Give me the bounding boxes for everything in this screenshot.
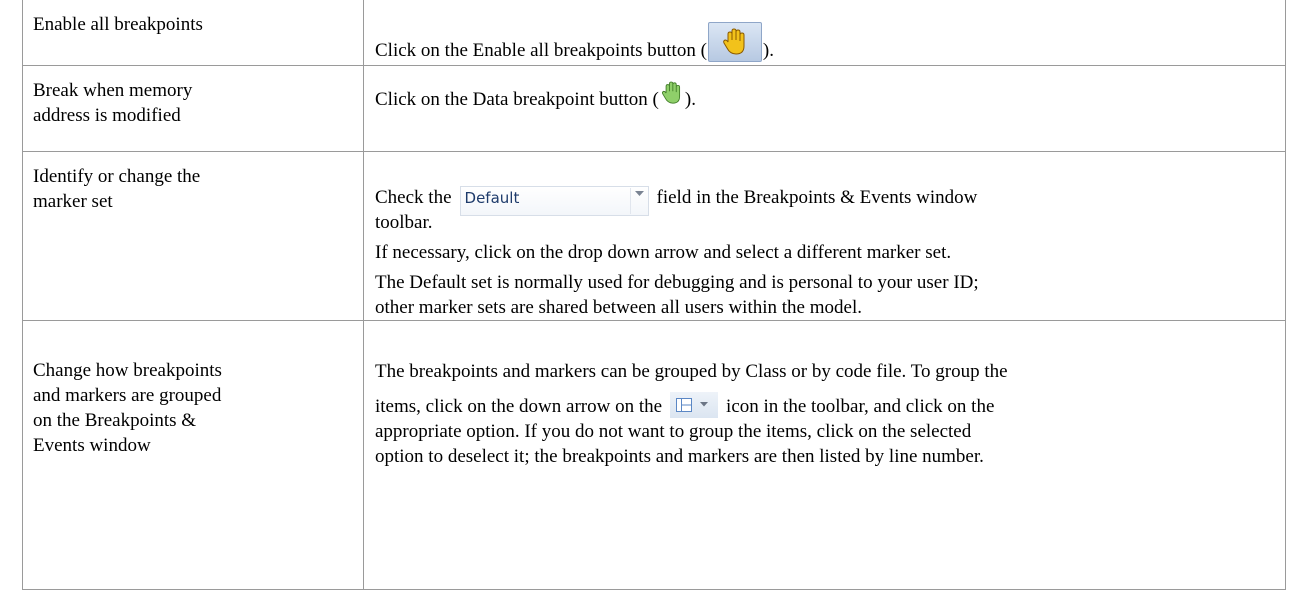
instruction-cell: Click on the Enable all breakpoints butt… [363, 0, 1286, 66]
action-label-line: Events window [33, 434, 151, 456]
action-cell: Identify or change the marker set [22, 150, 364, 321]
instruction-text: The Default set is normally used for deb… [375, 271, 979, 293]
instruction-text: other marker sets are shared between all… [375, 296, 862, 318]
hand-icon [723, 28, 745, 55]
instruction-cell: The breakpoints and markers can be group… [363, 319, 1286, 590]
green-hand-icon [661, 81, 680, 104]
action-label-line: Break when memory [33, 79, 193, 101]
instruction-cell: Click on the Data breakpoint button ( ). [363, 64, 1286, 152]
data-breakpoint-button[interactable] [660, 81, 684, 105]
action-cell: Change how breakpoints and markers are g… [22, 319, 364, 590]
marker-set-value: Default [464, 188, 520, 207]
table-row: Change how breakpoints and markers are g… [22, 319, 1286, 590]
action-label-line: and markers are grouped [33, 384, 222, 406]
breakpoint-actions-table: Enable all breakpoints Click on the Enab… [22, 0, 1286, 590]
marker-set-dropdown[interactable]: Default [459, 185, 649, 216]
table-row: Enable all breakpoints Click on the Enab… [22, 0, 1286, 66]
action-label-line: address is modified [33, 104, 181, 126]
action-cell: Break when memory address is modified [22, 64, 364, 152]
instruction-text: The breakpoints and markers can be group… [375, 360, 1008, 382]
action-label-line: marker set [33, 190, 113, 212]
instruction-text: Click on the Enable all breakpoints butt… [375, 22, 1275, 63]
enable-all-breakpoints-button[interactable] [707, 22, 762, 62]
action-label-line: on the Breakpoints & [33, 409, 197, 431]
table-row: Break when memory address is modified Cl… [22, 64, 1286, 152]
table-row: Identify or change the marker set Check … [22, 150, 1286, 321]
dropdown-arrow[interactable] [629, 187, 648, 214]
action-label-line: Change how breakpoints [33, 359, 222, 381]
instruction-text: option to deselect it; the breakpoints a… [375, 445, 984, 467]
instruction-text: If necessary, click on the drop down arr… [375, 241, 952, 263]
action-label: Enable all breakpoints [33, 14, 203, 35]
instruction-text: Check the Default field in the Breakpoints… [375, 185, 1275, 216]
group-by-button[interactable] [670, 391, 719, 418]
group-layout-icon [676, 397, 693, 412]
chevron-down-icon [700, 402, 709, 407]
chevron-down-icon [634, 190, 644, 196]
instruction-text: Click on the Data breakpoint button ( ). [375, 81, 1275, 112]
instruction-cell: Check the Default field in the Breakpoints… [363, 150, 1286, 321]
action-cell: Enable all breakpoints [22, 0, 364, 66]
action-label-line: Identify or change the [33, 165, 201, 187]
instruction-text: items, click on the down arrow on the ico… [375, 391, 1275, 419]
instruction-text: appropriate option. If you do not want t… [375, 420, 972, 442]
